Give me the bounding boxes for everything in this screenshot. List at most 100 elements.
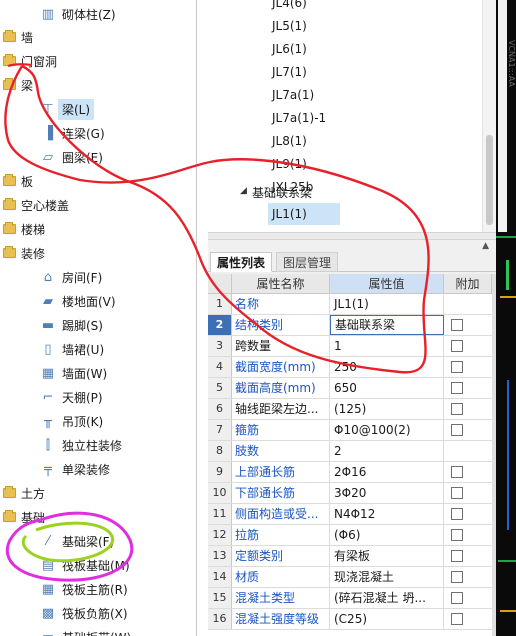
tree-leaf[interactable]: ⌐ 天棚(P): [0, 386, 196, 408]
property-value[interactable]: (Φ6): [330, 525, 444, 545]
tree-category[interactable]: 板: [0, 170, 196, 192]
property-row[interactable]: 8 肢数 2: [208, 441, 496, 462]
extra-checkbox[interactable]: [451, 361, 463, 373]
tree-leaf[interactable]: ⊤ 梁(L): [0, 98, 196, 120]
property-row[interactable]: 10 下部通长筋 3Φ20: [208, 483, 496, 504]
property-row[interactable]: 13 定额类别 有梁板: [208, 546, 496, 567]
property-value[interactable]: 2Φ16: [330, 462, 444, 482]
property-value[interactable]: (125): [330, 399, 444, 419]
room-icon: ⌂: [43, 269, 53, 285]
property-value[interactable]: 有梁板: [330, 546, 444, 566]
tree-leaf[interactable]: ╤ 单梁装修: [0, 458, 196, 480]
tree-leaf[interactable]: ▦ 墙面(W): [0, 362, 196, 384]
tree-leaf[interactable]: ▩ 筏板负筋(X): [0, 602, 196, 624]
extra-checkbox[interactable]: [451, 592, 463, 604]
property-row[interactable]: 1 名称 JL1(1): [208, 294, 496, 315]
property-row[interactable]: 5 截面高度(mm) 650: [208, 378, 496, 399]
list-scrollbar[interactable]: [482, 0, 496, 232]
list-item[interactable]: JL5(1): [272, 15, 307, 37]
suspended-ceiling-icon: ╥: [44, 413, 52, 429]
tree-category[interactable]: 基础: [0, 506, 196, 528]
tree-leaf[interactable]: ▱ 圈梁(E): [0, 146, 196, 168]
tree-category[interactable]: 墙: [0, 26, 196, 48]
list-item[interactable]: JL6(1): [272, 38, 307, 60]
list-item[interactable]: JL7a(1): [272, 84, 314, 106]
tree-leaf[interactable]: ▰ 楼地面(V): [0, 290, 196, 312]
header-property-name[interactable]: 属性名称: [232, 274, 330, 294]
floor-icon: ▰: [43, 293, 53, 309]
tree-leaf[interactable]: ⁄ 基础梁(F): [0, 530, 196, 552]
tree-category[interactable]: 门窗洞: [0, 50, 196, 72]
property-row[interactable]: 2 结构类别 基础联系梁: [208, 315, 496, 336]
property-row[interactable]: 15 混凝土类型 (碎石混凝土 坍...: [208, 588, 496, 609]
extra-checkbox[interactable]: [451, 529, 463, 541]
property-value[interactable]: 650: [330, 378, 444, 398]
tree-category[interactable]: 土方: [0, 482, 196, 504]
list-item[interactable]: JL7(1): [272, 61, 307, 83]
property-row[interactable]: 9 上部通长筋 2Φ16: [208, 462, 496, 483]
tree-leaf[interactable]: ▐ 连梁(G): [0, 122, 196, 144]
property-value[interactable]: 3Φ20: [330, 483, 444, 503]
tree-leaf[interactable]: ▭基础板带(W): [0, 626, 196, 636]
property-row[interactable]: 16 混凝土强度等级 (C25): [208, 609, 496, 630]
extra-checkbox[interactable]: [451, 340, 463, 352]
tree-leaf[interactable]: ▯ 墙裙(U): [0, 338, 196, 360]
extra-checkbox[interactable]: [451, 571, 463, 583]
tree-leaf[interactable]: ▥ 砌体柱(Z): [0, 3, 196, 25]
property-row[interactable]: 6 轴线距梁左边... (125): [208, 399, 496, 420]
extra-checkbox[interactable]: [451, 613, 463, 625]
property-name: 跨数量: [232, 336, 330, 356]
list-item[interactable]: JL8(1): [272, 130, 307, 152]
property-value[interactable]: 250: [330, 357, 444, 377]
property-value[interactable]: JL1(1): [330, 294, 444, 314]
property-row[interactable]: 7 箍筋 Φ10@100(2): [208, 420, 496, 441]
property-value[interactable]: 现浇混凝土: [330, 567, 444, 587]
list-item[interactable]: JL4(6): [272, 0, 307, 14]
property-row[interactable]: 11 侧面构造或受... N4Φ12: [208, 504, 496, 525]
tree-category[interactable]: 装修: [0, 242, 196, 264]
property-row[interactable]: 14 材质 现浇混凝土: [208, 567, 496, 588]
list-scroll-thumb[interactable]: [486, 135, 493, 225]
list-group-foundation-tie-beam[interactable]: 基础联系梁: [252, 182, 312, 204]
property-row[interactable]: 3 跨数量 1: [208, 336, 496, 357]
extra-checkbox[interactable]: [451, 424, 463, 436]
tree-category-label: 板: [21, 174, 34, 189]
header-extra[interactable]: 附加: [444, 274, 492, 294]
list-item[interactable]: JL7a(1)-1: [272, 107, 326, 129]
tree-leaf[interactable]: ▤ 筏板基础(M): [0, 554, 196, 576]
tab-property-list[interactable]: 属性列表: [210, 252, 273, 272]
tree-leaf[interactable]: ╥ 吊顶(K): [0, 410, 196, 432]
panel-splitter[interactable]: [208, 232, 496, 240]
property-row[interactable]: 4 截面宽度(mm) 250: [208, 357, 496, 378]
property-value-editor[interactable]: 基础联系梁: [330, 315, 444, 335]
tree-leaf[interactable]: ⫿ 独立柱装修: [0, 434, 196, 456]
extra-checkbox[interactable]: [451, 487, 463, 499]
list-item-selected[interactable]: JL1(1): [268, 203, 340, 225]
property-row[interactable]: 12 拉筋 (Φ6): [208, 525, 496, 546]
collapse-arrow-icon[interactable]: ◢: [240, 186, 247, 196]
property-value[interactable]: 2: [330, 441, 444, 461]
tree-leaf[interactable]: ▬ 踢脚(S): [0, 314, 196, 336]
tree-leaf[interactable]: ⌂ 房间(F): [0, 266, 196, 288]
extra-checkbox[interactable]: [451, 382, 463, 394]
property-value[interactable]: (C25): [330, 609, 444, 629]
tree-leaf[interactable]: ▦ 筏板主筋(R): [0, 578, 196, 600]
property-value[interactable]: Φ10@100(2): [330, 420, 444, 440]
header-property-value[interactable]: 属性值: [330, 274, 444, 294]
property-value[interactable]: N4Φ12: [330, 504, 444, 524]
extra-checkbox[interactable]: [451, 466, 463, 478]
beam-finish-icon: ╤: [44, 461, 52, 477]
extra-checkbox[interactable]: [451, 550, 463, 562]
tree-category[interactable]: 楼梯: [0, 218, 196, 240]
tree-category[interactable]: 梁: [0, 74, 196, 96]
property-value[interactable]: (碎石混凝土 坍...: [330, 588, 444, 608]
canvas-line: [498, 560, 516, 562]
tree-category[interactable]: 空心楼盖: [0, 194, 196, 216]
tab-layer-management[interactable]: 图层管理: [276, 252, 339, 272]
extra-checkbox[interactable]: [451, 319, 463, 331]
panel-pin-icon[interactable]: ▲: [482, 241, 489, 251]
property-value[interactable]: 1: [330, 336, 444, 356]
extra-checkbox[interactable]: [451, 508, 463, 520]
list-item[interactable]: JL9(1): [272, 153, 307, 175]
extra-checkbox[interactable]: [451, 403, 463, 415]
